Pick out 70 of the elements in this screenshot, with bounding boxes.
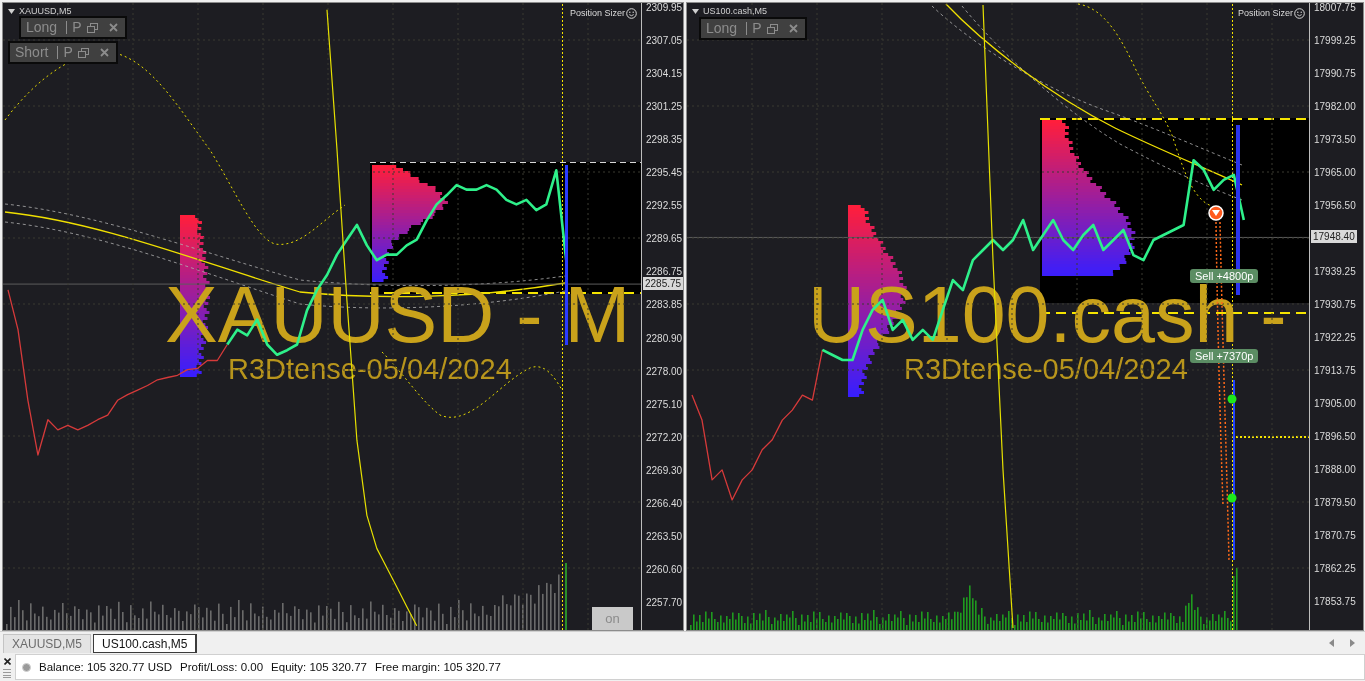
caret-down-icon[interactable] [8, 9, 15, 14]
dot-icon [1227, 493, 1237, 503]
price-label: 2295.45 [646, 167, 683, 180]
chart-tab[interactable]: XAUUSD,M5 [3, 634, 91, 653]
price-label: 2292.55 [646, 200, 683, 213]
panel-label: Long [26, 19, 58, 36]
price-label: 17896.50 [1314, 431, 1356, 444]
on-button[interactable]: on [592, 607, 633, 630]
price-label: 17853.75 [1314, 596, 1356, 608]
price-label: 17930.75 [1314, 299, 1356, 311]
price-label: 2283.85 [646, 299, 683, 312]
status-text: Balance: 105 320.77 USD [39, 661, 172, 673]
price-label: 17999.25 [1314, 34, 1356, 47]
restore-icon[interactable] [766, 23, 778, 34]
restore-icon[interactable] [86, 22, 98, 33]
price-label: 17879.50 [1314, 496, 1356, 509]
price-label: 2301.25 [646, 101, 683, 114]
p-button[interactable]: P [63, 44, 73, 61]
close-icon[interactable] [3, 658, 11, 665]
price-label: 2266.40 [646, 497, 683, 510]
price-label: 18007.75 [1314, 3, 1356, 14]
current-price-label: 2285.75 [643, 276, 683, 290]
p-button[interactable]: P [72, 19, 82, 36]
price-label: 2263.50 [646, 530, 683, 543]
scroll-right-icon[interactable] [1350, 638, 1355, 647]
price-label: 2260.60 [646, 564, 683, 576]
price-label: 17939.25 [1314, 266, 1356, 279]
restore-icon[interactable] [77, 47, 89, 58]
price-label: 2304.15 [646, 68, 683, 81]
grip-icon [3, 669, 11, 678]
price-label: 17913.75 [1314, 364, 1356, 377]
price-label: 2298.35 [646, 134, 683, 147]
price-label: 17922.25 [1314, 331, 1356, 344]
price-label: 2286.75 [646, 266, 683, 279]
caret-down-icon[interactable] [692, 9, 699, 14]
dot-icon [1227, 394, 1237, 404]
price-label: 2278.00 [646, 365, 683, 378]
price-label: 17965.00 [1314, 166, 1356, 179]
status-text: Profit/Loss: 0.00 [180, 661, 264, 673]
price-label: 17956.50 [1314, 199, 1356, 212]
price-label: 2280.90 [646, 332, 683, 345]
price-label: 17870.75 [1314, 530, 1356, 543]
status-text: Free margin: 105 320.77 [375, 661, 501, 673]
price-label: 17982.00 [1314, 101, 1356, 114]
price-label: 2289.65 [646, 233, 683, 246]
current-price-label: 17948.40 [1311, 229, 1357, 243]
panel-label: Short [15, 44, 49, 61]
price-label: 2269.30 [646, 464, 683, 477]
chart-tab[interactable]: US100.cash,M5 [93, 634, 198, 653]
status-dot-icon [22, 662, 31, 672]
smiley-icon [626, 8, 637, 19]
price-label: 17862.25 [1314, 563, 1356, 576]
chart-symbol: US100.cash,M5 [703, 6, 768, 17]
price-label: 2257.70 [646, 597, 683, 609]
position-sizer-label: Position Sizer [1237, 8, 1293, 19]
price-label: 2272.20 [646, 431, 683, 444]
price-label: 2307.05 [646, 35, 683, 48]
price-label: 17973.50 [1314, 134, 1356, 147]
price-label: 17990.75 [1314, 67, 1356, 80]
p-button[interactable]: P [752, 20, 762, 37]
chart-symbol: XAUUSD,M5 [19, 6, 72, 17]
position-sizer-label: Position Sizer [569, 8, 625, 19]
price-label: 2309.95 [646, 3, 683, 14]
status-text: Equity: 105 320.77 [271, 661, 367, 673]
scroll-left-icon[interactable] [1329, 638, 1334, 647]
price-label: 2275.10 [646, 398, 683, 411]
smiley-icon [1294, 8, 1305, 19]
price-label: 17905.00 [1314, 398, 1356, 411]
panel-label: Long [706, 20, 738, 37]
price-label: 17888.00 [1314, 463, 1356, 476]
